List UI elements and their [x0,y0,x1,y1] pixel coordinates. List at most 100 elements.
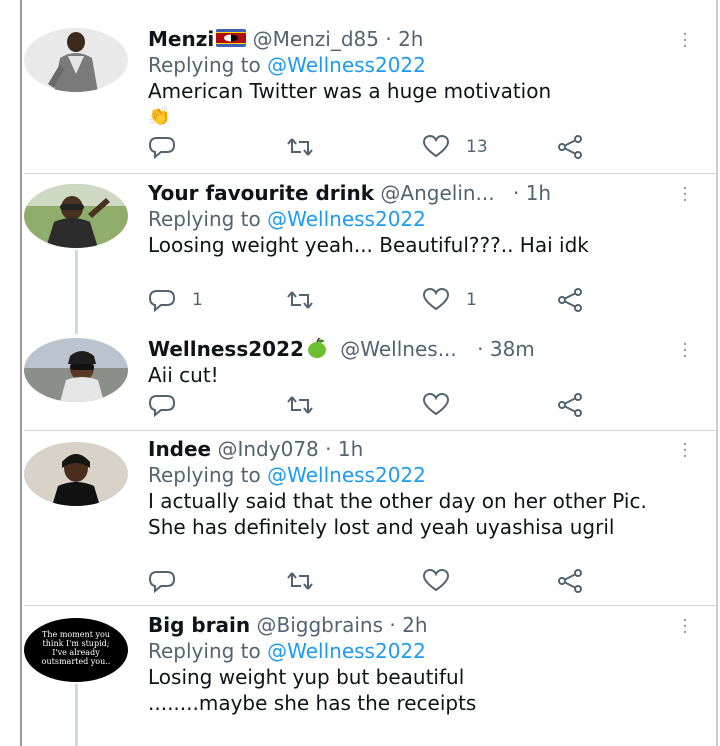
display-name[interactable]: Menzi [148,27,214,51]
right-border [716,0,718,746]
replying-to: Replying to @Wellness2022 [148,52,680,78]
more-dots-icon[interactable]: · · · [680,336,690,366]
tweet-content-1: Menzi @Menzi_d85 · 2h Replying to @Welln… [148,26,680,130]
share-button[interactable] [556,392,584,418]
tweet-header: Wellness2022 @Wellnes... · 38m [148,336,680,362]
timestamp[interactable]: · 38m [477,337,535,361]
like-button[interactable]: 13 [422,134,488,160]
tweet-divider [24,605,716,606]
share-icon [558,569,582,593]
share-icon [558,135,582,159]
handle[interactable]: @Wellnes... [340,337,457,361]
share-button[interactable] [556,287,584,313]
tweet-content-3: Wellness2022 @Wellnes... · 38m Aii cut! [148,336,680,388]
timestamp[interactable]: · 2h [389,613,427,637]
reply-icon [148,137,176,159]
tweet-content-2: Your favourite drink @Angelin... · 1h Re… [148,180,680,258]
clap-emoji: 👏 [148,106,171,127]
display-name[interactable]: Big brain [148,613,250,637]
tweet-header: Big brain @Biggbrains · 2h [148,612,680,638]
share-icon [558,393,582,417]
reply-icon [148,395,176,417]
more-dots-icon[interactable]: · · · [680,612,690,642]
reply-count: 1 [192,290,203,310]
tweet-actions: 13 [148,134,608,160]
retweet-icon [287,572,313,590]
share-button[interactable] [556,568,584,594]
tweet-header: Indee @Indy078 · 1h [148,436,680,462]
avatar-quote-text: The moment you think I'm stupid; I've al… [41,630,111,666]
retweet-icon [287,138,313,156]
like-button[interactable]: 1 [422,287,477,313]
replying-label: Replying to [148,639,268,663]
retweet-button[interactable] [286,134,330,160]
avatar-indee[interactable] [24,442,128,506]
tweet-header: Menzi @Menzi_d85 · 2h [148,26,680,52]
share-button[interactable] [556,134,584,160]
more-dots-icon[interactable]: · · · [680,26,690,56]
reply-button[interactable] [148,568,192,594]
avatar-big-brain[interactable]: The moment you think I'm stupid; I've al… [24,618,128,682]
tweet-actions [148,392,608,418]
thread-line [75,250,78,334]
more-dots-icon[interactable]: · · · [680,180,690,210]
avatar-menzi[interactable] [24,28,128,92]
like-button[interactable] [422,568,466,594]
handle[interactable]: @Angelin... [380,181,494,205]
avatar-wellness2022[interactable] [24,338,128,402]
retweet-button[interactable] [286,392,330,418]
tweet-divider [24,173,716,174]
timestamp[interactable]: · 2h [385,27,423,51]
heart-icon [422,288,450,311]
replying-handle-link[interactable]: @Wellness2022 [267,207,426,231]
like-count: 1 [466,290,477,310]
heart-icon [422,569,450,592]
replying-to: Replying to @Wellness2022 [148,462,680,488]
tweet-divider [24,430,716,431]
retweet-icon [287,291,313,309]
like-count: 13 [466,137,488,157]
reply-button[interactable]: 1 [148,287,203,313]
eswatini-flag-icon [216,29,247,47]
tweet-header: Your favourite drink @Angelin... · 1h [148,180,680,206]
retweet-icon [287,396,313,414]
tweet-text: I actually said that the other day on he… [148,489,647,539]
left-border [20,0,22,746]
display-name[interactable]: Wellness2022 [148,337,304,361]
tweet-content-5: Big brain @Biggbrains · 2h Replying to @… [148,612,680,716]
more-dots-icon[interactable]: · · · [680,436,690,466]
display-name[interactable]: Indee [148,437,211,461]
handle[interactable]: @Indy078 [217,437,318,461]
reply-button[interactable] [148,134,192,160]
avatar-your-favourite-drink[interactable] [24,184,128,248]
reply-icon [148,290,176,312]
timestamp[interactable]: · 1h [513,181,551,205]
replying-to: Replying to @Wellness2022 [148,638,680,664]
replying-handle-link[interactable]: @Wellness2022 [267,463,426,487]
timestamp[interactable]: · 1h [325,437,363,461]
replying-handle-link[interactable]: @Wellness2022 [267,639,426,663]
reply-feed: Menzi @Menzi_d85 · 2h Replying to @Welln… [0,0,720,746]
replying-label: Replying to [148,53,268,77]
reply-icon [148,571,176,593]
retweet-button[interactable] [286,568,330,594]
reply-button[interactable] [148,392,192,418]
tweet-text: American Twitter was a huge motivation [148,79,552,103]
heart-icon [422,135,450,158]
like-button[interactable] [422,392,466,418]
tweet-actions [148,568,608,594]
tweet-actions: 1 1 [148,287,608,313]
green-apple-icon [307,338,326,358]
replying-handle-link[interactable]: @Wellness2022 [267,53,426,77]
handle[interactable]: @Biggbrains [257,613,384,637]
replying-label: Replying to [148,463,268,487]
tweet-text: Losing weight yup but beautiful ........… [148,665,477,715]
tweet-text: Loosing weight yeah... Beautiful???.. Ha… [148,233,589,257]
display-name[interactable]: Your favourite drink [148,181,374,205]
thread-line [75,684,78,746]
handle[interactable]: @Menzi_d85 [253,27,379,51]
heart-icon [422,393,450,416]
retweet-button[interactable] [286,287,330,313]
replying-to: Replying to @Wellness2022 [148,206,680,232]
tweet-text: Aii cut! [148,363,219,387]
